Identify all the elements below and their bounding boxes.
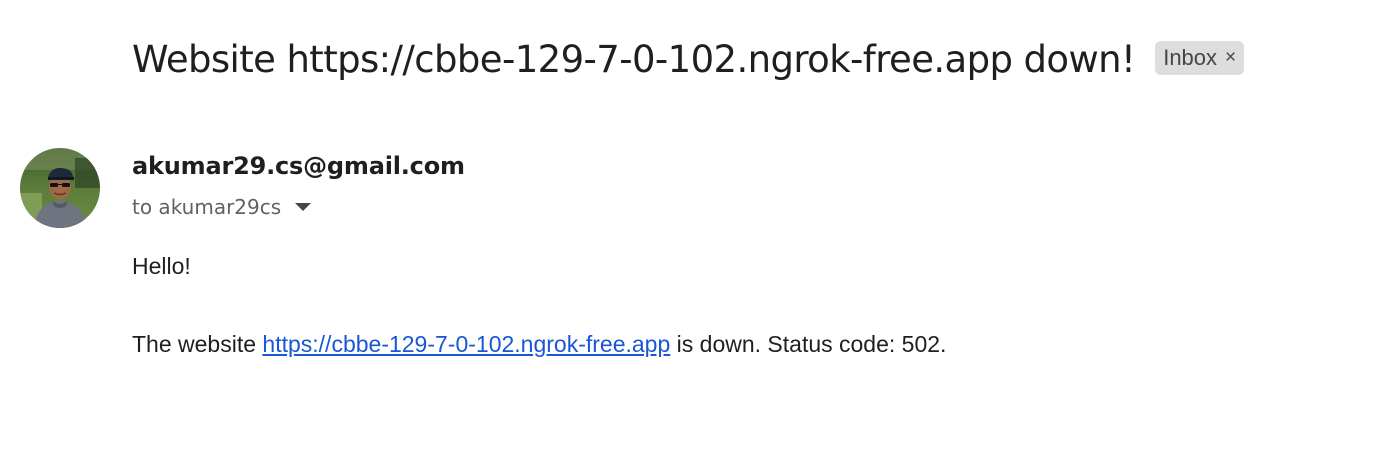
avatar[interactable] bbox=[20, 148, 100, 228]
subject-row: Website https://cbbe-129-7-0-102.ngrok-f… bbox=[132, 38, 1245, 81]
email-body: Hello! The website https://cbbe-129-7-0-… bbox=[132, 252, 946, 358]
body-greeting: Hello! bbox=[132, 253, 191, 279]
label-chip-text: Inbox bbox=[1163, 44, 1218, 70]
message-suffix: is down. Status code: 502. bbox=[676, 331, 947, 357]
recipient-line: to akumar29cs bbox=[132, 195, 282, 219]
email-view: Website https://cbbe-129-7-0-102.ngrok-f… bbox=[0, 0, 1392, 454]
chevron-down-icon[interactable] bbox=[295, 203, 312, 211]
email-subject: Website https://cbbe-129-7-0-102.ngrok-f… bbox=[132, 38, 1136, 81]
message-prefix: The website bbox=[132, 331, 257, 357]
website-link[interactable]: https://cbbe-129-7-0-102.ngrok-free.app bbox=[262, 331, 670, 357]
inbox-label-chip[interactable]: Inbox × bbox=[1155, 40, 1245, 75]
remove-label-icon[interactable]: × bbox=[1225, 47, 1236, 69]
sender-address[interactable]: akumar29.cs@gmail.com bbox=[132, 152, 465, 180]
user-avatar-photo-icon bbox=[20, 148, 100, 228]
body-message: The website https://cbbe-129-7-0-102.ngr… bbox=[132, 330, 946, 358]
recipient-details[interactable]: to akumar29cs bbox=[132, 195, 312, 219]
